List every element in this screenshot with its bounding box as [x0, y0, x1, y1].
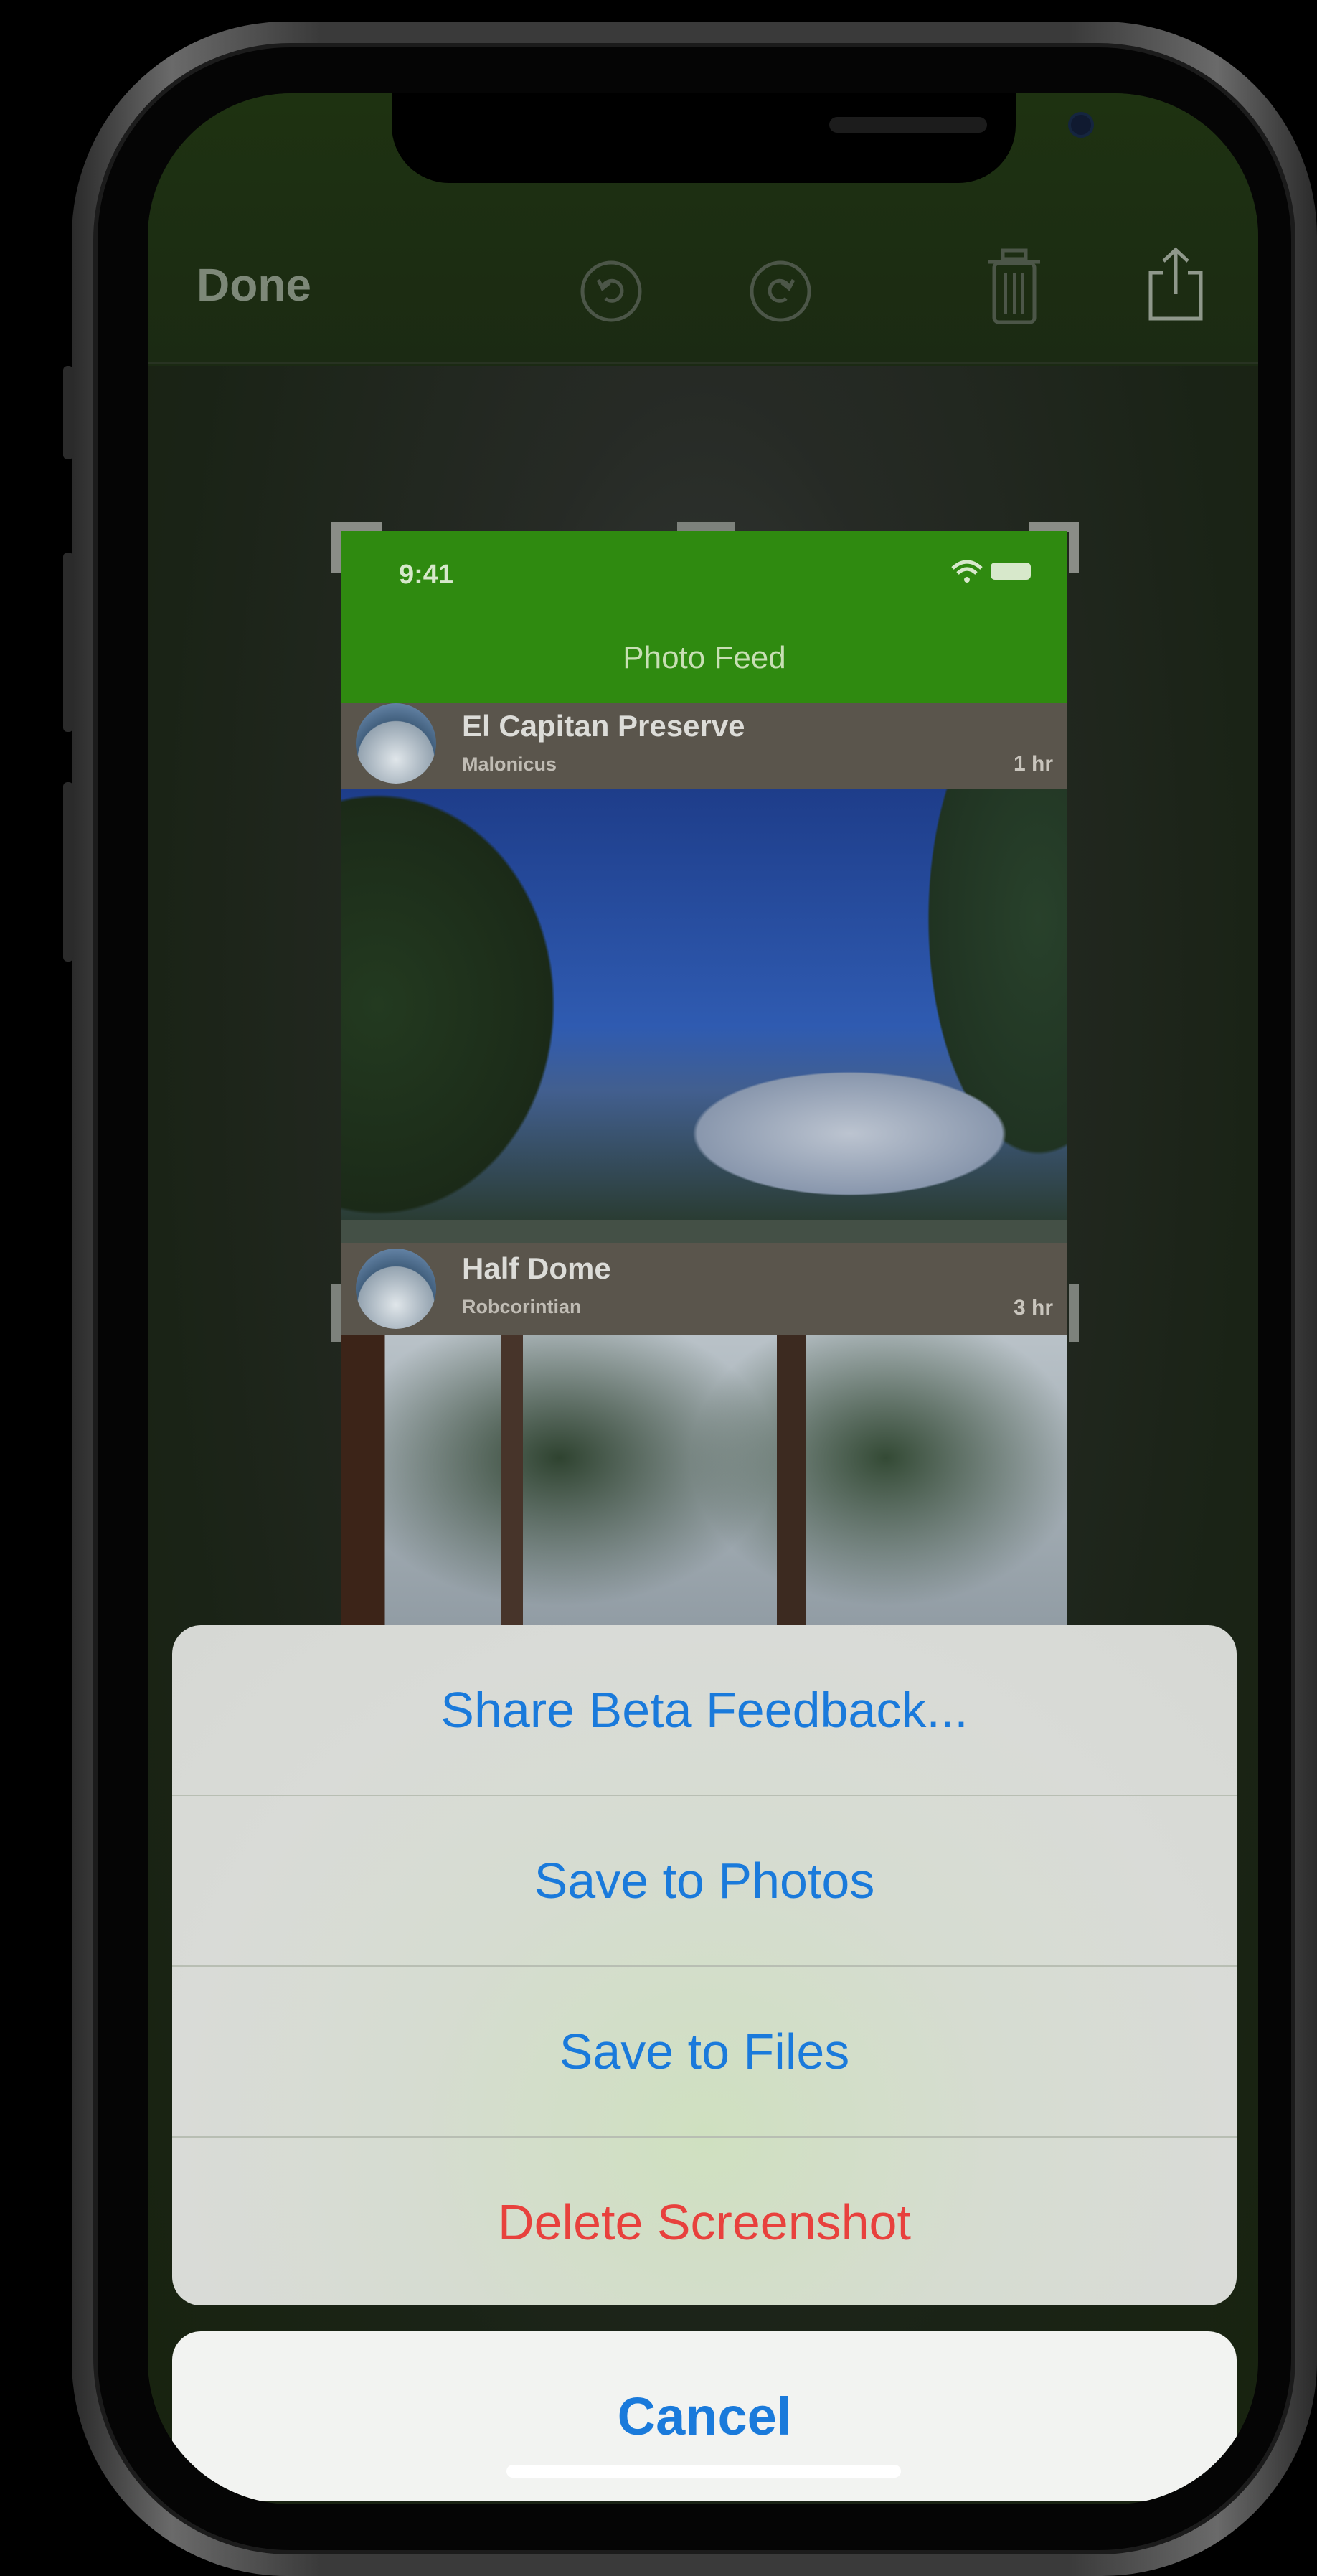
post-header: Half Dome Robcorintian 3 hr — [341, 1243, 1067, 1335]
status-time: 9:41 — [399, 560, 454, 590]
preview-nav-header: 9:41 Photo Feed — [341, 531, 1067, 703]
crop-handle-top-right-v[interactable] — [1069, 522, 1079, 573]
speaker-grille — [829, 117, 987, 133]
crop-handle-left[interactable] — [331, 1284, 341, 1342]
done-button[interactable]: Done — [197, 258, 311, 311]
delete-screenshot-button[interactable]: Delete Screenshot — [172, 2138, 1237, 2305]
crop-handle-top-left-v[interactable] — [331, 522, 341, 573]
volume-down-button — [63, 782, 73, 962]
save-to-photos-button[interactable]: Save to Photos — [172, 1796, 1237, 1965]
post-photo — [341, 1335, 1067, 1637]
post-title: Half Dome — [462, 1251, 611, 1285]
share-beta-feedback-button[interactable]: Share Beta Feedback... — [172, 1625, 1237, 1795]
wifi-icon — [951, 560, 983, 588]
post-username: Robcorintian — [462, 1296, 582, 1317]
preview-nav-title: Photo Feed — [623, 640, 786, 675]
post-timestamp: 1 hr — [1013, 752, 1053, 776]
save-to-files-button[interactable]: Save to Files — [172, 1967, 1237, 2136]
post-photo — [341, 789, 1067, 1220]
post-title: El Capitan Preserve — [462, 709, 745, 743]
crop-handle-right[interactable] — [1069, 1284, 1079, 1342]
volume-up-button — [63, 553, 73, 732]
share-icon[interactable] — [1143, 244, 1208, 331]
notch — [392, 93, 1094, 183]
redo-icon[interactable] — [747, 258, 813, 332]
silent-switch — [63, 366, 73, 459]
post-header: El Capitan Preserve Malonicus 1 hr — [341, 703, 1067, 795]
avatar — [356, 703, 436, 784]
undo-icon[interactable] — [578, 258, 644, 332]
post-username: Malonicus — [462, 753, 557, 775]
screenshot-preview[interactable]: 9:41 Photo Feed El Capitan Preserve Malo… — [341, 531, 1067, 1637]
device-screen: Done 9:41 Photo Feed El Capitan Preserve… — [148, 93, 1258, 2504]
home-indicator[interactable] — [506, 2465, 901, 2478]
post-timestamp: 3 hr — [1013, 1296, 1053, 1320]
markup-toolbar — [148, 273, 1258, 364]
action-sheet: Share Beta Feedback... Save to Photos Sa… — [172, 1625, 1237, 2305]
battery-icon — [991, 563, 1031, 580]
avatar — [356, 1249, 436, 1329]
front-camera — [1068, 112, 1094, 138]
trash-icon[interactable] — [986, 248, 1043, 334]
